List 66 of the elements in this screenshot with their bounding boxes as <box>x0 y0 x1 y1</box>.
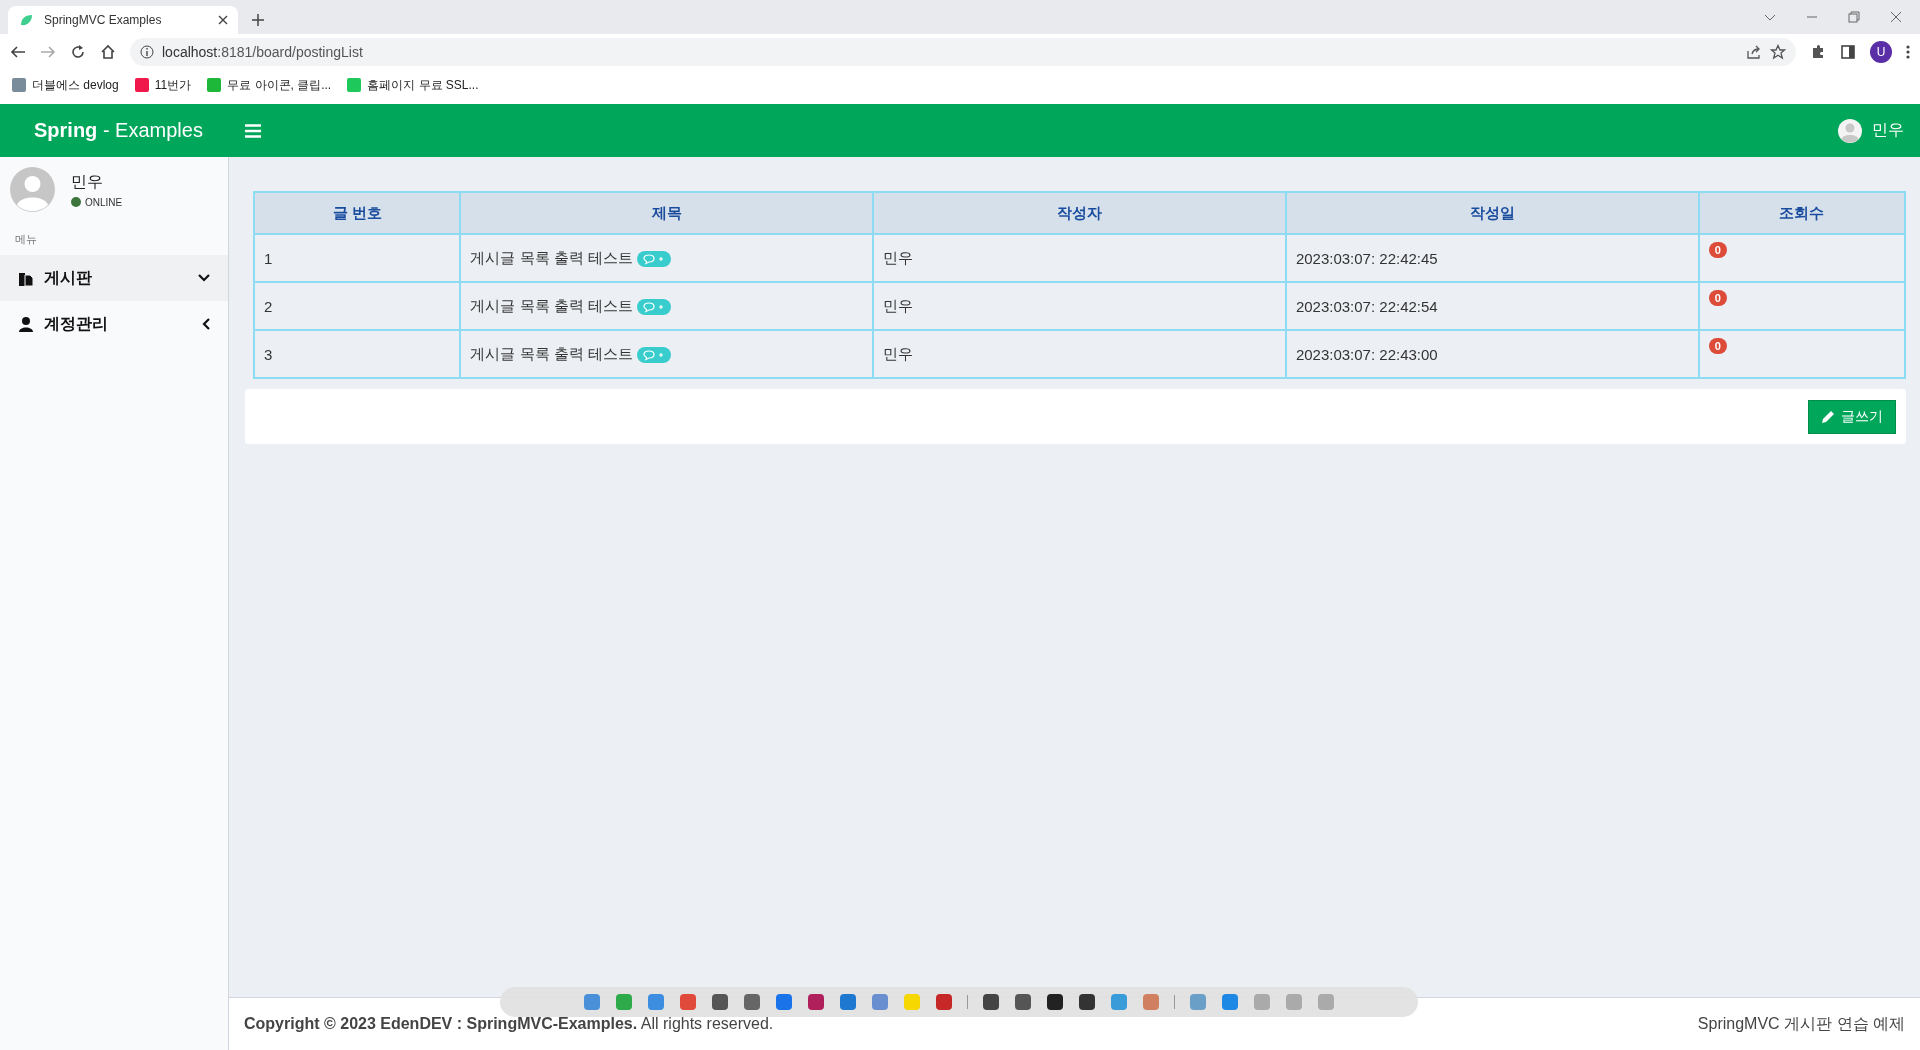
table-cell: 1 <box>254 234 461 282</box>
app-icon[interactable] <box>982 993 1000 1011</box>
table-cell: 2023:03:07: 22:42:45 <box>1285 234 1699 282</box>
copyright-text: Copyright © 2023 EdenDEV : SpringMVC-Examples. All rights reserved. <box>244 1015 774 1033</box>
more-icon[interactable] <box>1906 44 1910 60</box>
column-header: 글 번호 <box>254 192 461 234</box>
user-name: 민우 <box>71 171 104 192</box>
bookmark-link[interactable]: 11번가 <box>134 76 192 94</box>
speech-bubble-plus-icon <box>642 300 665 313</box>
view-count-badge: 0 <box>1708 290 1727 306</box>
status-label: ONLINE <box>85 196 123 208</box>
new-tab-icon[interactable] <box>252 14 264 26</box>
info-icon <box>140 45 154 59</box>
chevron-left-icon <box>202 318 210 330</box>
home-icon[interactable] <box>100 44 116 60</box>
reload-icon[interactable] <box>70 44 86 60</box>
column-header: 작성일 <box>1285 192 1699 234</box>
post-title-link[interactable]: 게시글 목록 출력 테스트 <box>470 248 633 266</box>
menu-section-label: 메뉴 <box>14 232 38 247</box>
app-icon[interactable] <box>1078 993 1096 1011</box>
share-icon[interactable] <box>1746 44 1762 60</box>
forward-icon[interactable] <box>40 44 56 60</box>
table-cell: 민우 <box>873 330 1286 378</box>
app-icon[interactable] <box>1046 993 1064 1011</box>
close-icon[interactable] <box>218 15 228 25</box>
table-cell: 3 <box>254 330 461 378</box>
chevron-down-icon <box>198 274 210 282</box>
user-icon <box>18 316 34 332</box>
star-icon[interactable] <box>1770 44 1786 60</box>
menu-icon[interactable] <box>245 123 261 138</box>
table-cell: 2023:03:07: 22:42:54 <box>1285 282 1699 330</box>
table-cell: 민우 <box>873 282 1286 330</box>
app-icon[interactable] <box>1014 993 1032 1011</box>
user-avatar-icon <box>10 167 55 212</box>
post-title-link[interactable]: 게시글 목록 출력 테스트 <box>470 296 633 314</box>
status-dot <box>71 197 81 207</box>
avatar-icon <box>1838 118 1862 143</box>
post-title-link[interactable]: 게시글 목록 출력 테스트 <box>470 344 633 362</box>
sidebar-menu-item[interactable]: 게시판 <box>0 255 228 301</box>
browser-tab[interactable]: SpringMVC Examples <box>8 6 238 34</box>
column-header: 조회수 <box>1698 192 1905 234</box>
sidebar-menu-item[interactable]: 계정관리 <box>0 301 228 347</box>
bookmark-link[interactable]: 무료 아이콘, 클립... <box>207 76 332 94</box>
view-count-badge: 0 <box>1708 242 1727 258</box>
table-cell: 2023:03:07: 22:43:00 <box>1285 330 1699 378</box>
column-header: 제목 <box>460 192 874 234</box>
puzzle-icon[interactable] <box>1810 44 1826 60</box>
side-panel-icon[interactable] <box>1840 44 1856 60</box>
speech-bubble-plus-icon <box>642 252 665 265</box>
bookmark-link[interactable]: 더블에스 devlog <box>12 76 119 94</box>
close-icon[interactable] <box>1890 11 1902 23</box>
bookmark-link[interactable]: 홈페이지 무료 SSL... <box>347 76 479 94</box>
profile-avatar[interactable]: U <box>1870 41 1892 63</box>
address-bar[interactable]: localhost:8181/board/postingList <box>130 38 1796 66</box>
footer-text: SpringMVC 게시판 연습 예제 <box>1697 1013 1905 1034</box>
leaf-icon <box>18 12 34 28</box>
speech-bubble-plus-icon <box>642 348 665 361</box>
app-icon[interactable] <box>711 993 729 1011</box>
restore-icon[interactable] <box>1848 11 1860 23</box>
back-icon[interactable] <box>10 44 26 60</box>
table-cell: 2 <box>254 282 461 330</box>
column-header: 작성자 <box>873 192 1286 234</box>
table-cell: 민우 <box>873 234 1286 282</box>
view-count-badge: 0 <box>1708 338 1727 354</box>
files-icon <box>18 270 34 286</box>
pencil-icon <box>1821 409 1835 424</box>
